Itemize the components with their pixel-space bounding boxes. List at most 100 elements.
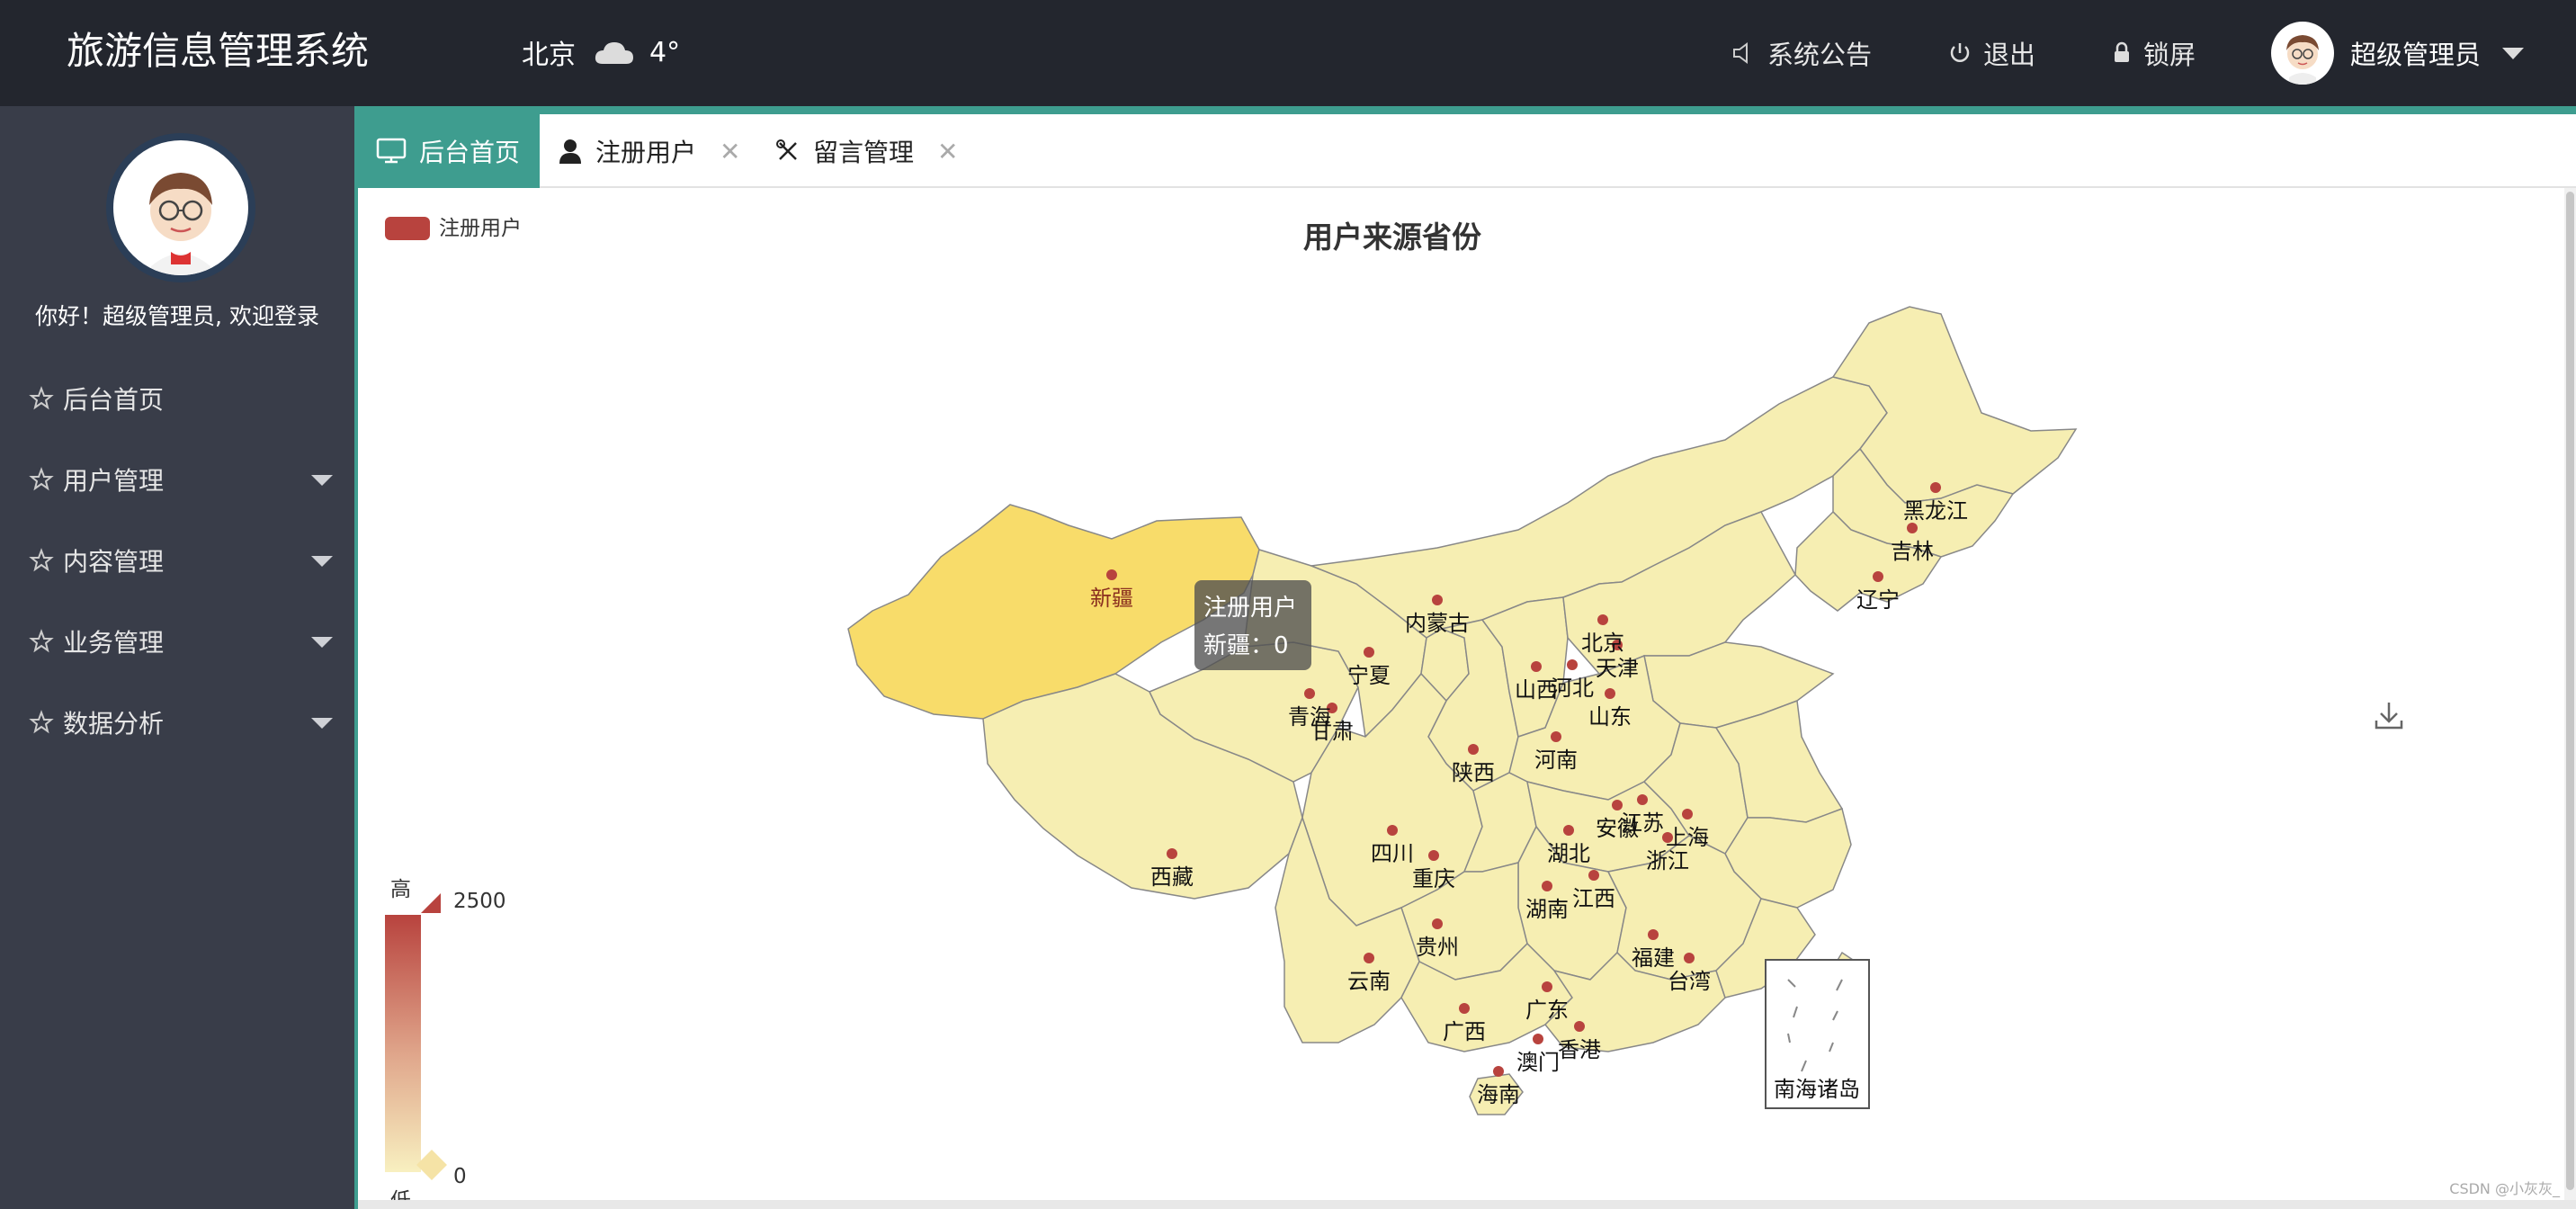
speaker-icon xyxy=(1732,42,1748,64)
welcome-text: 你好！超级管理员, 欢迎登录 xyxy=(35,303,319,329)
region-marker[interactable] xyxy=(1106,569,1117,580)
region-marker[interactable] xyxy=(1551,731,1561,742)
app-brand: 旅游信息管理系统 xyxy=(67,29,370,73)
announcement-label: 系统公告 xyxy=(1767,40,1872,70)
region-label: 天津 xyxy=(1596,656,1639,681)
star-icon xyxy=(29,629,54,653)
china-map: 新疆西藏青海甘肃宁夏内蒙古黑龙江吉林辽宁北京天津河北山西山东陕西 河南四川重庆湖北… xyxy=(847,306,2078,1115)
region-marker[interactable] xyxy=(1567,659,1578,670)
download-icon[interactable] xyxy=(2373,699,2405,731)
horizontal-scrollbar[interactable] xyxy=(358,1200,2576,1209)
region-marker[interactable] xyxy=(1597,614,1608,625)
region-marker[interactable] xyxy=(1432,595,1443,605)
region-marker[interactable] xyxy=(1637,794,1648,805)
region-marker[interactable] xyxy=(1563,825,1574,836)
sidebar-item-label: 业务管理 xyxy=(63,628,165,658)
tab-home[interactable]: 后台首页 xyxy=(354,114,540,188)
scrollbar-thumb[interactable] xyxy=(2566,192,2574,1190)
tab-bar: 后台首页 注册用户 ✕ 留言管理 ✕ xyxy=(354,114,2576,188)
visual-map-max-handle[interactable] xyxy=(421,893,441,913)
region-marker[interactable] xyxy=(1684,953,1695,963)
region-label: 福建 xyxy=(1632,945,1675,971)
region-marker[interactable] xyxy=(1468,744,1479,755)
close-icon[interactable]: ✕ xyxy=(720,137,740,166)
region-marker[interactable] xyxy=(1907,523,1918,533)
region-marker[interactable] xyxy=(1432,918,1443,929)
tools-icon xyxy=(776,139,797,160)
header-actions: 系统公告 退出 锁屏 超级管理员 xyxy=(1731,0,2576,106)
chevron-down-icon xyxy=(311,475,333,486)
sidebar-item-content-management[interactable]: 内容管理 xyxy=(0,520,354,601)
lock-icon xyxy=(2114,41,2129,62)
region-marker[interactable] xyxy=(1588,870,1599,881)
region-marker[interactable] xyxy=(1304,688,1315,699)
region-marker[interactable] xyxy=(1364,647,1374,658)
region-marker[interactable] xyxy=(1930,482,1941,493)
region-label: 辽宁 xyxy=(1856,587,1900,613)
region-marker[interactable] xyxy=(1531,661,1542,672)
sidebar-avatar xyxy=(106,133,255,282)
user-name: 超级管理员 xyxy=(2349,40,2481,70)
region-marker[interactable] xyxy=(1542,981,1552,992)
region-label: 山西 xyxy=(1515,677,1558,703)
region-marker[interactable] xyxy=(1873,571,1883,582)
user-avatar xyxy=(2270,22,2334,85)
region-marker[interactable] xyxy=(1682,809,1693,819)
region-label: 湖南 xyxy=(1525,897,1569,922)
map-tooltip: 注册用户 新疆：0 xyxy=(1194,580,1311,670)
region-label: 内蒙古 xyxy=(1405,611,1470,636)
region-marker[interactable] xyxy=(1612,800,1623,810)
chevron-down-icon xyxy=(311,718,333,729)
region-marker[interactable] xyxy=(1605,688,1615,699)
region-marker[interactable] xyxy=(1648,929,1659,940)
region-shandong[interactable] xyxy=(1643,641,1835,729)
sidebar: 你好！超级管理员, 欢迎登录 后台首页 用户管理 内容管理 业务管理 数据分析 xyxy=(0,106,354,1209)
announcement-link[interactable]: 系统公告 xyxy=(1731,34,1872,72)
tab-label: 后台首页 xyxy=(419,138,521,167)
region-label: 上海 xyxy=(1666,825,1709,850)
region-marker[interactable] xyxy=(1387,825,1398,836)
vertical-scrollbar[interactable] xyxy=(2564,188,2576,1200)
region-marker[interactable] xyxy=(1542,881,1552,891)
watermark: CSDN @小灰灰_ xyxy=(2449,1180,2560,1197)
tooltip-series: 注册用户 xyxy=(1203,595,1298,622)
region-label: 湖北 xyxy=(1547,841,1590,866)
region-label: 云南 xyxy=(1347,969,1391,994)
sidebar-item-label: 后台首页 xyxy=(63,385,165,415)
lock-screen-link[interactable]: 锁屏 xyxy=(2111,34,2196,72)
logout-link[interactable]: 退出 xyxy=(1947,34,2035,72)
region-marker[interactable] xyxy=(1459,1003,1470,1014)
region-label: 江西 xyxy=(1572,886,1615,911)
region-label: 江苏 xyxy=(1621,810,1664,836)
visual-map-gradient[interactable] xyxy=(385,915,421,1172)
region-label: 吉林 xyxy=(1891,539,1934,564)
sidebar-item-label: 用户管理 xyxy=(63,466,165,496)
monitor-icon xyxy=(376,138,407,164)
region-marker[interactable] xyxy=(1364,953,1374,963)
tab-registered-users[interactable]: 注册用户 ✕ xyxy=(558,114,740,188)
close-icon[interactable]: ✕ xyxy=(937,137,958,166)
sidebar-item-user-management[interactable]: 用户管理 xyxy=(0,439,354,520)
chevron-down-icon xyxy=(2502,47,2524,59)
region-label: 新疆 xyxy=(1090,586,1133,611)
tab-message-management[interactable]: 留言管理 ✕ xyxy=(775,114,958,188)
region-marker[interactable] xyxy=(1533,1034,1543,1044)
region-marker[interactable] xyxy=(1167,848,1177,859)
province-map-chart: 新疆 西藏 青海 甘肃 宁夏 内蒙古 黑龙江 吉林 辽宁 北京 天津 河北 山西 山东 陕西 河南 四川 重庆 湖北… xyxy=(358,188,2553,1200)
south-china-sea-label: 南海诸岛 xyxy=(1774,1077,1860,1102)
user-avatar-image xyxy=(2285,35,2319,85)
sidebar-item-home[interactable]: 后台首页 xyxy=(0,358,354,439)
region-marker[interactable] xyxy=(1428,850,1439,861)
region-label: 河南 xyxy=(1534,748,1578,773)
region-marker[interactable] xyxy=(1574,1021,1585,1032)
map-regions xyxy=(847,306,2078,1115)
region-label: 重庆 xyxy=(1412,866,1455,891)
weather-temperature: 4° xyxy=(649,36,681,68)
sidebar-menu: 后台首页 用户管理 内容管理 业务管理 数据分析 xyxy=(0,358,354,763)
star-icon xyxy=(29,386,54,410)
sidebar-item-data-analysis[interactable]: 数据分析 xyxy=(0,682,354,763)
star-icon xyxy=(29,467,54,491)
sidebar-item-business-management[interactable]: 业务管理 xyxy=(0,601,354,682)
user-menu[interactable]: 超级管理员 xyxy=(2270,22,2524,85)
region-marker[interactable] xyxy=(1493,1066,1504,1077)
